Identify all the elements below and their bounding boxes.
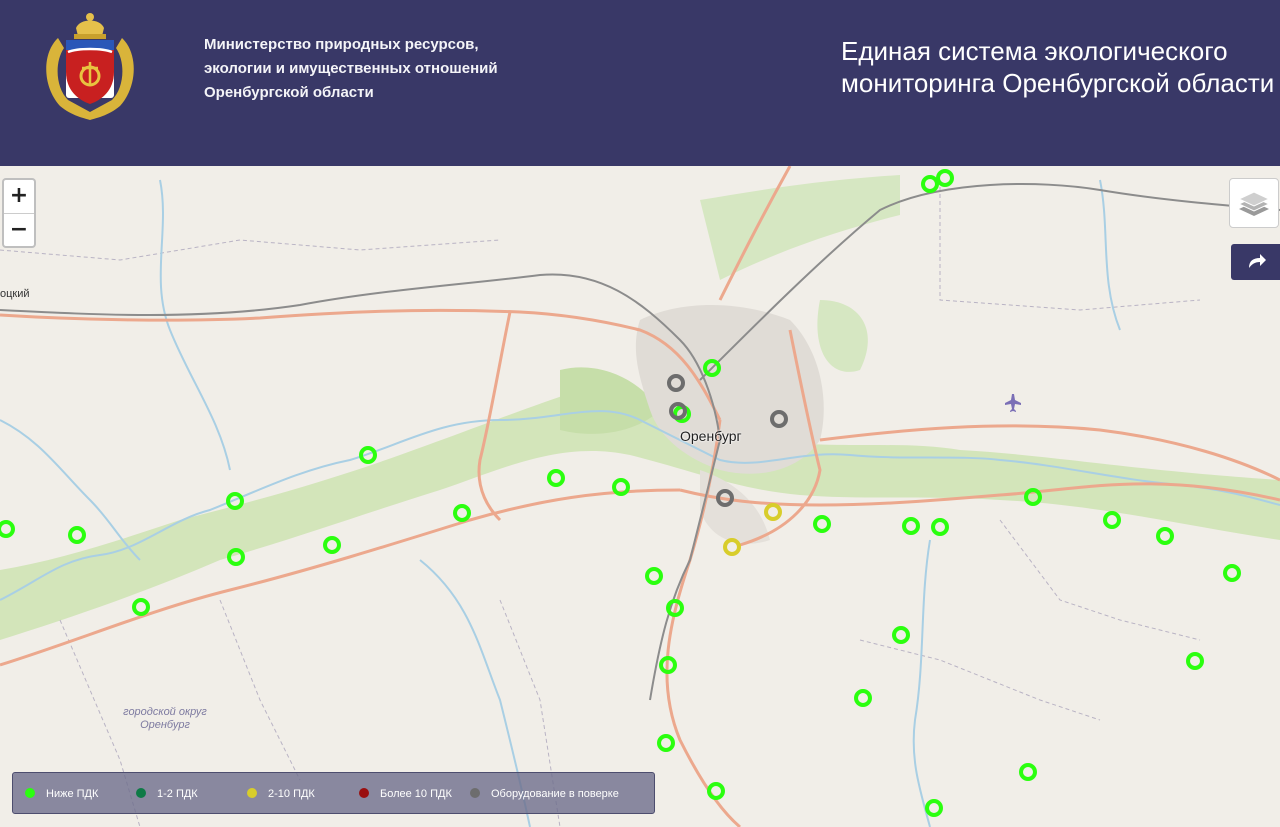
station-marker[interactable] [764, 503, 782, 521]
stations-below-pdk [0, 169, 1241, 817]
station-marker[interactable] [226, 492, 244, 510]
legend-item-2-10-pdk: 2-10 ПДК [247, 786, 315, 802]
station-marker[interactable] [1186, 652, 1204, 670]
title-line-2: мониторинга Оренбургской области [841, 68, 1275, 98]
layers-icon [1237, 191, 1271, 216]
legend-label: Более 10 ПДК [380, 788, 452, 800]
ministry-line-2: экологии и имущественных отношений [204, 60, 498, 77]
map-legend: Ниже ПДК 1-2 ПДК 2-10 ПДК Более 10 ПДК О… [12, 772, 655, 814]
legend-dot [359, 788, 369, 798]
legend-label: 2-10 ПДК [268, 788, 315, 800]
stations-equipment-check [667, 374, 788, 507]
station-marker[interactable] [921, 175, 939, 193]
station-marker[interactable] [1024, 488, 1042, 506]
station-marker[interactable] [612, 478, 630, 496]
legend-label: Ниже ПДК [46, 788, 99, 800]
legend-dot [25, 788, 35, 798]
station-marker[interactable] [1103, 511, 1121, 529]
station-marker[interactable] [770, 410, 788, 428]
legend-dot [136, 788, 146, 798]
station-marker[interactable] [892, 626, 910, 644]
legend-dot [247, 788, 257, 798]
station-marker[interactable] [1019, 763, 1037, 781]
page-title: Единая система экологического мониторинг… [841, 35, 1280, 99]
legend-label: 1-2 ПДК [157, 788, 198, 800]
zoom-out-button[interactable]: − [4, 214, 34, 246]
station-marker[interactable] [854, 689, 872, 707]
legend-dot [470, 788, 480, 798]
station-marker[interactable] [659, 656, 677, 674]
station-marker[interactable] [1223, 564, 1241, 582]
zoom-control: + − [2, 178, 36, 248]
map-canvas[interactable]: Оренбург оцкий городской округ Оренбург [0, 166, 1280, 827]
layers-button[interactable] [1229, 178, 1279, 228]
ministry-line-1: Министерство природных ресурсов, [204, 36, 479, 53]
station-marker[interactable] [645, 567, 663, 585]
station-marker[interactable] [707, 782, 725, 800]
station-marker[interactable] [132, 598, 150, 616]
station-marker[interactable] [1156, 527, 1174, 545]
station-marker[interactable] [936, 169, 954, 187]
station-marker[interactable] [227, 548, 245, 566]
legend-item-1-2-pdk: 1-2 ПДК [136, 786, 198, 802]
station-marker[interactable] [931, 518, 949, 536]
coat-of-arms-icon [46, 13, 134, 120]
zoom-in-button[interactable]: + [4, 180, 34, 214]
legend-label: Оборудование в поверке [491, 788, 619, 800]
share-icon [1249, 254, 1266, 268]
stations-2-10-pdk [723, 503, 782, 556]
site-header: Министерство природных ресурсов, экологи… [0, 0, 1280, 166]
station-marker[interactable] [723, 538, 741, 556]
legend-item-above-10-pdk: Более 10 ПДК [359, 786, 452, 802]
station-marker[interactable] [359, 446, 377, 464]
station-marker[interactable] [902, 517, 920, 535]
station-marker[interactable] [813, 515, 831, 533]
ministry-line-3: Оренбургской области [204, 84, 374, 101]
stations-layer [0, 169, 1241, 817]
station-marker[interactable] [0, 520, 15, 538]
station-marker[interactable] [323, 536, 341, 554]
station-marker[interactable] [68, 526, 86, 544]
legend-item-below-pdk: Ниже ПДК [25, 786, 98, 802]
station-marker[interactable] [547, 469, 565, 487]
station-marker[interactable] [667, 374, 685, 392]
station-marker[interactable] [703, 359, 721, 377]
station-marker[interactable] [657, 734, 675, 752]
station-marker[interactable] [716, 489, 734, 507]
share-button[interactable] [1231, 244, 1280, 280]
legend-item-equipment-check: Оборудование в поверке [470, 786, 619, 802]
ministry-name: Министерство природных ресурсов, экологи… [204, 33, 564, 105]
station-marker[interactable] [453, 504, 471, 522]
station-marker[interactable] [925, 799, 943, 817]
station-marker[interactable] [666, 599, 684, 617]
title-line-1: Единая система экологического [841, 36, 1228, 66]
